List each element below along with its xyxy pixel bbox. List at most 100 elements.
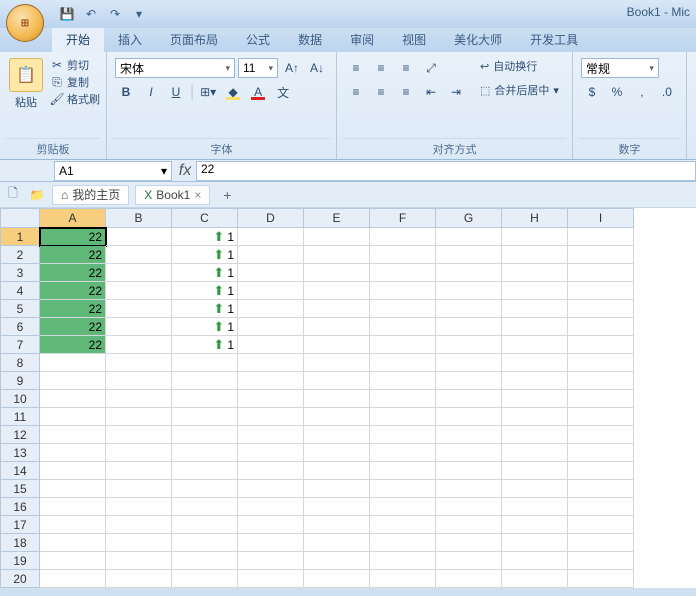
cell-A11[interactable] <box>40 408 106 426</box>
cell-D10[interactable] <box>238 390 304 408</box>
cell-G17[interactable] <box>436 516 502 534</box>
col-header-A[interactable]: A <box>40 208 106 228</box>
cell-A2[interactable]: 22 <box>40 246 106 264</box>
cell-E5[interactable] <box>304 300 370 318</box>
cell-D8[interactable] <box>238 354 304 372</box>
cell-E14[interactable] <box>304 462 370 480</box>
cell-G13[interactable] <box>436 444 502 462</box>
cell-C6[interactable]: ⬆1 <box>172 318 238 336</box>
cell-A18[interactable] <box>40 534 106 552</box>
cell-C3[interactable]: ⬆1 <box>172 264 238 282</box>
merge-center-button[interactable]: ⬚合并后居中 ▾ <box>473 80 566 100</box>
cell-B20[interactable] <box>106 570 172 588</box>
cell-H20[interactable] <box>502 570 568 588</box>
cell-A20[interactable] <box>40 570 106 588</box>
cell-A4[interactable]: 22 <box>40 282 106 300</box>
cell-D12[interactable] <box>238 426 304 444</box>
cell-A8[interactable] <box>40 354 106 372</box>
cell-G1[interactable] <box>436 228 502 246</box>
cell-I20[interactable] <box>568 570 634 588</box>
cell-I6[interactable] <box>568 318 634 336</box>
formula-input[interactable]: 22 <box>196 161 696 181</box>
cell-C7[interactable]: ⬆1 <box>172 336 238 354</box>
cell-G15[interactable] <box>436 480 502 498</box>
cell-B8[interactable] <box>106 354 172 372</box>
cell-C16[interactable] <box>172 498 238 516</box>
currency-button[interactable]: $ <box>581 82 603 102</box>
cell-H6[interactable] <box>502 318 568 336</box>
cell-E11[interactable] <box>304 408 370 426</box>
cell-H2[interactable] <box>502 246 568 264</box>
cell-A19[interactable] <box>40 552 106 570</box>
cell-I9[interactable] <box>568 372 634 390</box>
cell-G20[interactable] <box>436 570 502 588</box>
cell-grid[interactable]: 22⬆122⬆122⬆122⬆122⬆122⬆122⬆1 <box>40 228 634 588</box>
cell-B12[interactable] <box>106 426 172 444</box>
cell-I14[interactable] <box>568 462 634 480</box>
cell-B5[interactable] <box>106 300 172 318</box>
cell-H17[interactable] <box>502 516 568 534</box>
cell-I18[interactable] <box>568 534 634 552</box>
cell-H18[interactable] <box>502 534 568 552</box>
row-header-9[interactable]: 9 <box>0 372 40 390</box>
align-top-button[interactable]: ≡ <box>345 58 367 78</box>
cell-A10[interactable] <box>40 390 106 408</box>
underline-button[interactable]: U <box>165 82 187 102</box>
copy-button[interactable]: ⎘复制 <box>50 74 100 90</box>
cell-E17[interactable] <box>304 516 370 534</box>
paste-button[interactable]: 粘贴 <box>6 94 46 110</box>
cell-E10[interactable] <box>304 390 370 408</box>
new-tab-button[interactable]: + <box>216 187 238 203</box>
cell-H19[interactable] <box>502 552 568 570</box>
cell-F10[interactable] <box>370 390 436 408</box>
align-bottom-button[interactable]: ≡ <box>395 58 417 78</box>
cell-H10[interactable] <box>502 390 568 408</box>
cell-E9[interactable] <box>304 372 370 390</box>
cell-D13[interactable] <box>238 444 304 462</box>
increase-font-button[interactable]: A↑ <box>281 58 303 78</box>
row-header-20[interactable]: 20 <box>0 570 40 588</box>
cell-G6[interactable] <box>436 318 502 336</box>
cell-H1[interactable] <box>502 228 568 246</box>
tab-home[interactable]: 开始 <box>52 27 104 52</box>
cell-E2[interactable] <box>304 246 370 264</box>
row-header-2[interactable]: 2 <box>0 246 40 264</box>
cell-G12[interactable] <box>436 426 502 444</box>
cell-E12[interactable] <box>304 426 370 444</box>
cell-F1[interactable] <box>370 228 436 246</box>
cell-G10[interactable] <box>436 390 502 408</box>
cell-G2[interactable] <box>436 246 502 264</box>
cell-H14[interactable] <box>502 462 568 480</box>
row-header-11[interactable]: 11 <box>0 408 40 426</box>
cell-B15[interactable] <box>106 480 172 498</box>
cell-B10[interactable] <box>106 390 172 408</box>
cell-F13[interactable] <box>370 444 436 462</box>
cell-H11[interactable] <box>502 408 568 426</box>
cell-B11[interactable] <box>106 408 172 426</box>
cell-C15[interactable] <box>172 480 238 498</box>
new-doc-icon[interactable]: 🗋 <box>4 186 22 204</box>
cell-C18[interactable] <box>172 534 238 552</box>
cell-I1[interactable] <box>568 228 634 246</box>
cell-C11[interactable] <box>172 408 238 426</box>
row-header-5[interactable]: 5 <box>0 300 40 318</box>
cell-C10[interactable] <box>172 390 238 408</box>
cell-B7[interactable] <box>106 336 172 354</box>
cell-C13[interactable] <box>172 444 238 462</box>
row-header-8[interactable]: 8 <box>0 354 40 372</box>
cell-I15[interactable] <box>568 480 634 498</box>
number-format-combo[interactable]: 常规▾ <box>581 58 659 78</box>
increase-decimal-button[interactable]: .0 <box>656 82 678 102</box>
col-header-F[interactable]: F <box>370 208 436 228</box>
cell-A13[interactable] <box>40 444 106 462</box>
cell-E15[interactable] <box>304 480 370 498</box>
cell-F7[interactable] <box>370 336 436 354</box>
row-header-16[interactable]: 16 <box>0 498 40 516</box>
tab-developer[interactable]: 开发工具 <box>516 27 592 52</box>
name-box[interactable]: A1▾ <box>54 161 172 181</box>
cell-D19[interactable] <box>238 552 304 570</box>
cell-G3[interactable] <box>436 264 502 282</box>
fx-button[interactable]: fx <box>174 162 196 180</box>
tab-page-layout[interactable]: 页面布局 <box>156 27 232 52</box>
cell-C5[interactable]: ⬆1 <box>172 300 238 318</box>
